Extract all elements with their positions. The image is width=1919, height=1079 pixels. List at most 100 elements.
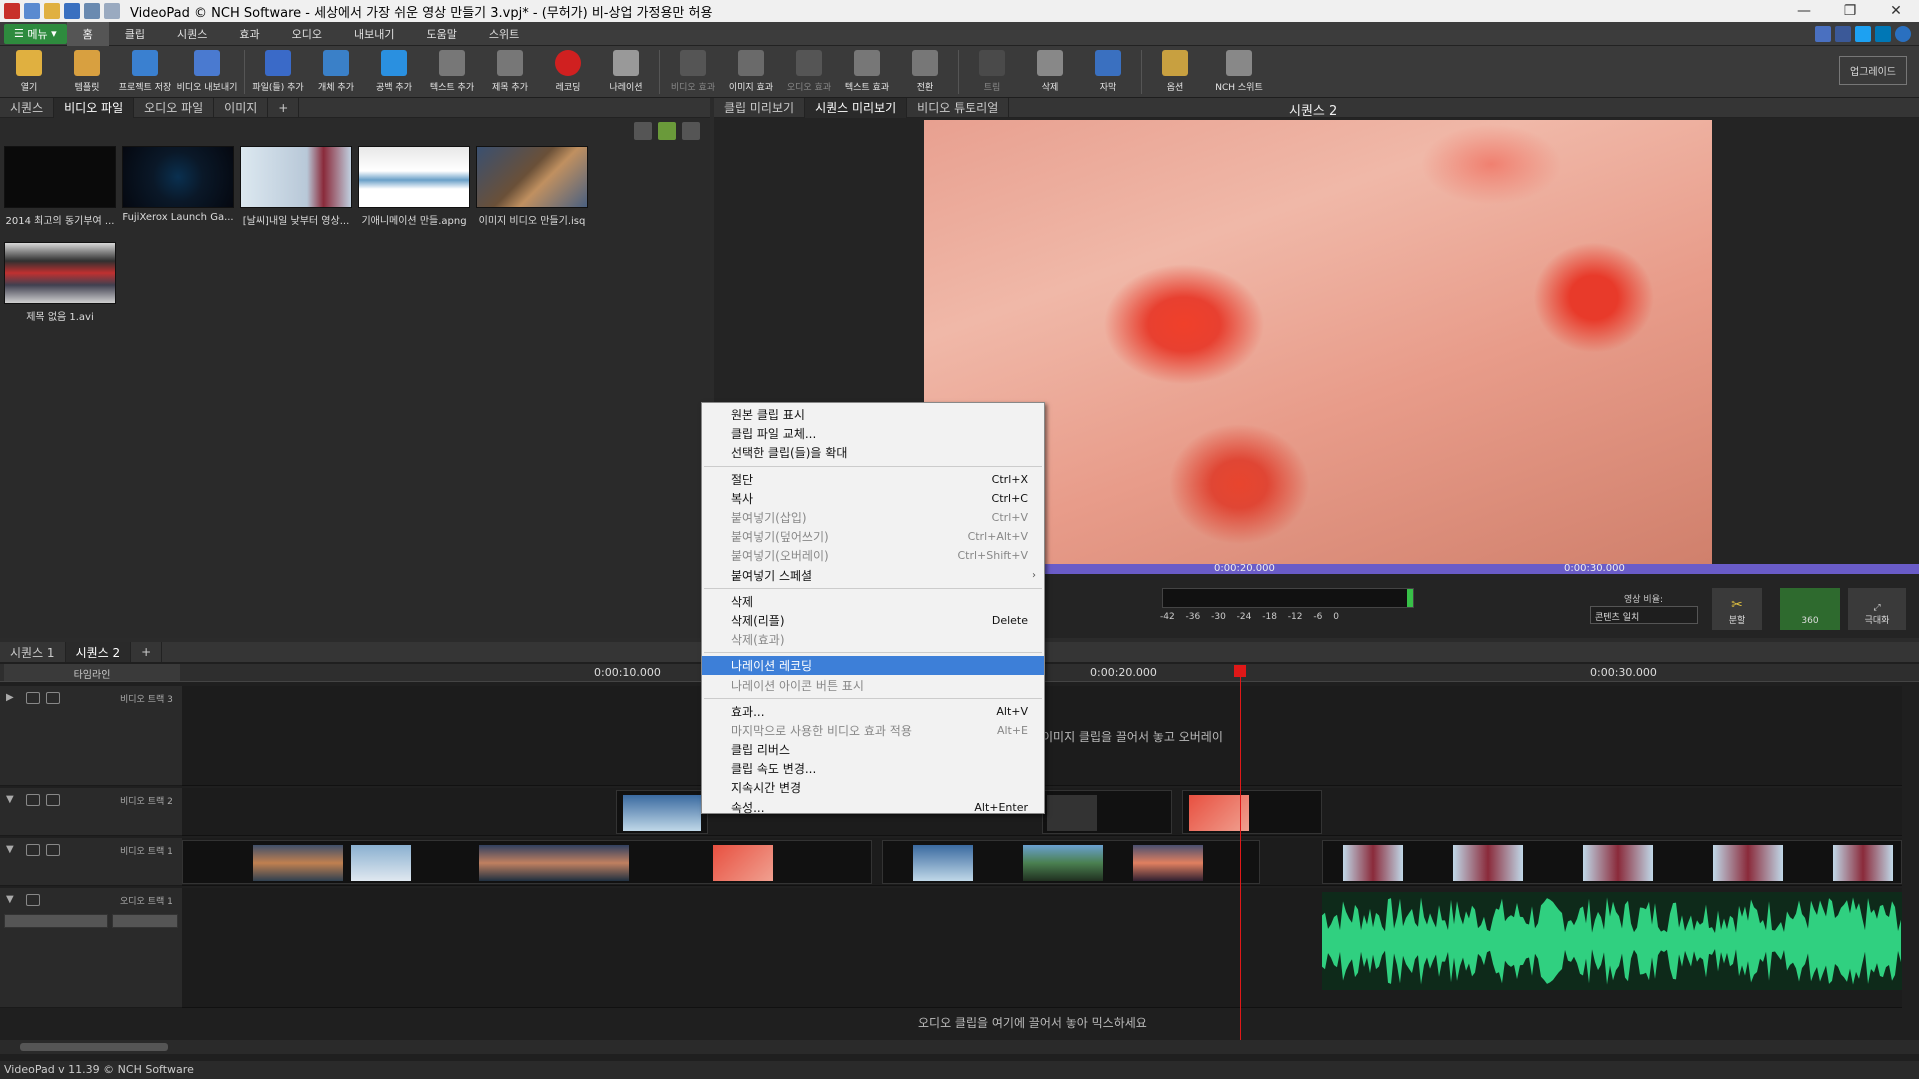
facebook-icon[interactable] <box>1835 25 1851 42</box>
preview-scrub-bar[interactable]: 0:00:20.000 0:00:30.000 <box>924 563 1919 574</box>
track-header-video-2[interactable]: ▼ 비디오 트랙 2 <box>0 788 182 836</box>
media-file[interactable]: 기애니메이션 만들.apng <box>358 146 470 227</box>
menu-item-change-speed[interactable]: 클립 속도 변경... <box>702 759 1044 778</box>
timeline-mode-select[interactable]: 타임라인 <box>4 664 180 681</box>
narration-button[interactable]: 나레이션 <box>597 46 655 98</box>
timeline-clip[interactable] <box>616 790 708 834</box>
tab-export[interactable]: 내보내기 <box>338 22 410 46</box>
tab-sequence-preview[interactable]: 시퀀스 미리보기 <box>805 97 908 118</box>
open-button[interactable]: 열기 <box>0 46 58 98</box>
video-effects-button[interactable]: 비디오 효과 <box>664 46 722 98</box>
pan-slider[interactable] <box>112 914 178 928</box>
expand-icon[interactable]: ▶ <box>6 692 14 703</box>
bin-tab-sequences[interactable]: 시퀀스 <box>0 97 55 118</box>
tab-sequence-2[interactable]: 시퀀스 2 <box>65 642 132 662</box>
menu-item-record-narration[interactable]: 나레이션 레코딩 <box>702 656 1044 676</box>
tab-sequence-1[interactable]: 시퀀스 1 <box>0 642 66 662</box>
menu-item-show-narration-icon[interactable]: 나레이션 아이콘 버튼 표시 <box>702 675 1044 694</box>
record-button[interactable]: 레코딩 <box>539 46 597 98</box>
close-window-button[interactable]: ✕ <box>1873 0 1919 22</box>
menu-item-paste-overwrite[interactable]: 붙여넣기(덮어쓰기) Ctrl+Alt+V <box>702 527 1044 546</box>
menu-item-show-original-clip[interactable]: 원본 클립 표시 <box>702 405 1044 424</box>
track-header-video-1[interactable]: ▼ 비디오 트랙 1 <box>0 838 182 886</box>
menu-item-paste-insert[interactable]: 붙여넣기(삽입) Ctrl+V <box>702 508 1044 527</box>
main-menu-button[interactable]: ☰ 메뉴 ▾ <box>4 23 67 44</box>
tab-video-tutorial[interactable]: 비디오 튜토리얼 <box>907 97 1010 118</box>
undo-icon[interactable] <box>84 3 100 19</box>
template-button[interactable]: 템플릿 <box>58 46 116 98</box>
tab-sequence[interactable]: 시퀀스 <box>161 22 223 46</box>
tab-effects[interactable]: 효과 <box>223 22 275 46</box>
add-blank-button[interactable]: 공백 추가 <box>365 46 423 98</box>
upgrade-button[interactable]: 업그레이드 <box>1839 56 1907 85</box>
menu-item-properties[interactable]: 속성... Alt+Enter <box>702 798 1044 817</box>
audio-waveform-clip[interactable] <box>1322 892 1902 990</box>
add-text-button[interactable]: 텍스트 추가 <box>423 46 481 98</box>
audio-effects-button[interactable]: 오디오 효과 <box>780 46 838 98</box>
menu-item-delete-ripple[interactable]: 삭제(리플) Delete <box>702 611 1044 630</box>
tab-home[interactable]: 홈 <box>66 21 109 46</box>
visibility-icon[interactable] <box>26 794 40 806</box>
playhead[interactable] <box>1240 672 1241 1042</box>
add-files-button[interactable]: 파일(들) 추가 <box>249 46 307 98</box>
overlay-icon[interactable] <box>46 692 60 704</box>
timeline-clip[interactable] <box>882 840 1260 884</box>
timeline-clip[interactable] <box>1042 790 1172 834</box>
media-file[interactable]: [날씨]내일 낮부터 영상... <box>240 146 352 227</box>
track-header-video-3[interactable]: ▶ 비디오 트랙 3 <box>0 686 182 786</box>
timeline-clip[interactable] <box>1182 790 1322 834</box>
bin-tab-audio-files[interactable]: 오디오 파일 <box>134 97 215 118</box>
timeline-horizontal-scrollbar[interactable] <box>0 1040 1919 1054</box>
redo-icon[interactable] <box>104 3 120 19</box>
menu-item-effects[interactable]: 효과... Alt+V <box>702 702 1044 721</box>
menu-item-delete[interactable]: 삭제 <box>702 592 1044 611</box>
overlay-icon[interactable] <box>46 794 60 806</box>
speaker-icon[interactable] <box>26 894 40 906</box>
image-effects-button[interactable]: 이미지 효과 <box>722 46 780 98</box>
menu-item-cut[interactable]: 절단 Ctrl+X <box>702 470 1044 489</box>
media-file[interactable]: FujiXerox Launch Ga... <box>122 146 234 223</box>
save-project-button[interactable]: 프로젝트 저장 <box>116 46 174 98</box>
delete-button[interactable]: 삭제 <box>1021 46 1079 98</box>
bin-tab-add[interactable]: + <box>268 97 300 118</box>
aspect-ratio-select[interactable]: 콘텐츠 일치 <box>1590 606 1698 624</box>
collapse-icon[interactable]: ▼ <box>6 844 14 855</box>
bin-tab-video-files[interactable]: 비디오 파일 <box>54 97 135 118</box>
add-object-button[interactable]: 개체 추가 <box>307 46 365 98</box>
add-title-button[interactable]: 제목 추가 <box>481 46 539 98</box>
timeline-clip[interactable] <box>182 840 872 884</box>
360-button[interactable]: 360 <box>1780 588 1840 630</box>
visibility-icon[interactable] <box>26 692 40 704</box>
new-file-icon[interactable] <box>24 3 40 19</box>
tab-add-sequence[interactable]: + <box>131 642 163 662</box>
volume-slider[interactable] <box>4 914 108 928</box>
collapse-icon[interactable]: ▼ <box>6 794 14 805</box>
media-file[interactable]: 이미지 비디오 만들기.isq <box>476 146 588 227</box>
list-view-icon[interactable] <box>682 122 700 140</box>
open-folder-icon[interactable] <box>44 3 60 19</box>
export-video-button[interactable]: 비디오 내보내기 <box>174 46 240 98</box>
minimize-button[interactable]: — <box>1781 0 1827 22</box>
text-effects-button[interactable]: 텍스트 효과 <box>838 46 896 98</box>
media-file[interactable]: 제목 없음 1.avi <box>4 242 116 323</box>
trim-button[interactable]: 트림 <box>963 46 1021 98</box>
help-icon[interactable] <box>1895 25 1911 42</box>
menu-item-copy[interactable]: 복사 Ctrl+C <box>702 489 1044 508</box>
linkedin-icon[interactable] <box>1875 25 1891 42</box>
maximize-button[interactable]: ⤢ 극대화 <box>1848 588 1906 630</box>
tab-help[interactable]: 도움말 <box>411 22 473 46</box>
track-header-audio-1[interactable]: ▼ 오디오 트랙 1 <box>0 888 182 1008</box>
split-button[interactable]: ✂ 분할 <box>1712 588 1762 630</box>
menu-item-apply-last-effect[interactable]: 마지막으로 사용한 비디오 효과 적용 Alt+E <box>702 721 1044 740</box>
transition-button[interactable]: 전환 <box>896 46 954 98</box>
video-track-1[interactable] <box>182 838 1902 886</box>
save-icon[interactable] <box>64 3 80 19</box>
options-button[interactable]: 옵션 <box>1146 46 1204 98</box>
like-icon[interactable] <box>1815 25 1831 42</box>
timeline-clip[interactable] <box>1322 840 1902 884</box>
menu-item-paste-overlay[interactable]: 붙여넣기(오버레이) Ctrl+Shift+V <box>702 546 1044 565</box>
overlay-icon[interactable] <box>46 844 60 856</box>
restore-button[interactable]: ❐ <box>1827 0 1873 22</box>
collapse-icon[interactable]: ▼ <box>6 894 14 905</box>
menu-item-reverse-clip[interactable]: 클립 리버스 <box>702 740 1044 759</box>
